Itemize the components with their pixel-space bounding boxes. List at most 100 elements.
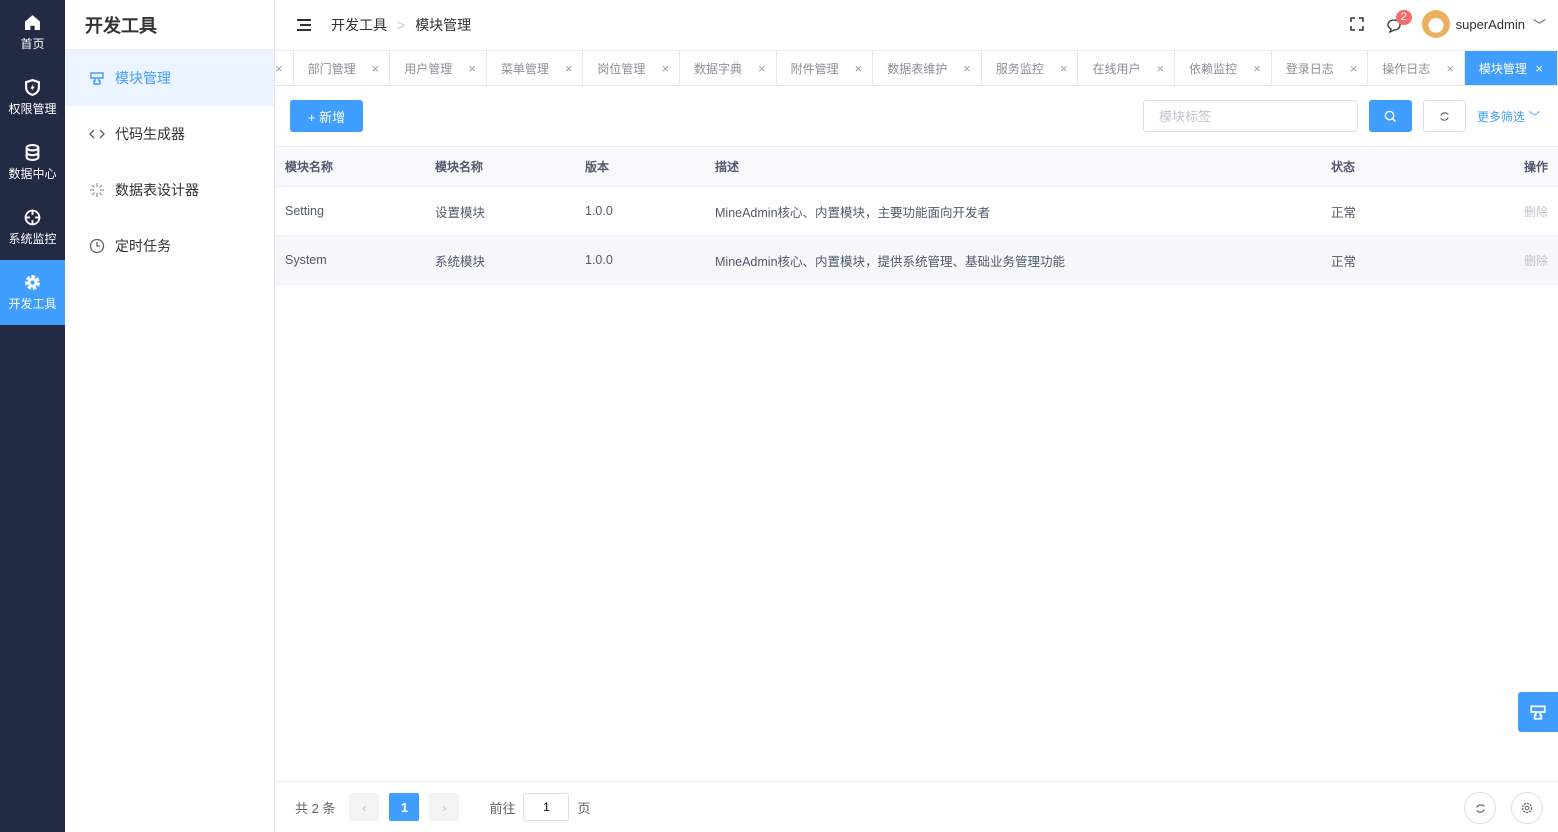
page-number[interactable]: 1 — [389, 793, 420, 821]
close-icon[interactable]: × — [661, 61, 669, 76]
table-row: System 系统模块 1.0.0 MineAdmin核心、内置模块，提供系统管理、基… — [275, 235, 1558, 285]
tab-item[interactable]: 数据表维护 × — [873, 51, 982, 85]
tab-label: 服务监控 — [995, 61, 1044, 76]
tab-label: 岗位管理 — [597, 61, 646, 76]
col-header: 版本 — [575, 146, 705, 187]
total-count: 共 2 条 — [295, 800, 336, 816]
col-header: 模块名称 — [425, 146, 575, 187]
col-header: 描述 — [705, 146, 1321, 187]
close-icon[interactable]: × — [855, 61, 863, 76]
module-table: 模块名称 模块名称 版本 描述 状态 操作 Setting 设置模块 1.0.0 Mi… — [275, 146, 1558, 285]
search-button[interactable] — [1369, 100, 1412, 132]
more-filter-toggle[interactable]: 更多筛选 ﹀ — [1477, 108, 1540, 125]
module-tag-search-input[interactable] — [1143, 100, 1358, 132]
close-icon[interactable]: × — [1156, 61, 1164, 76]
gear-icon — [25, 274, 40, 290]
refresh-icon — [1440, 111, 1449, 121]
cell: System — [275, 235, 425, 285]
chevron-down-icon[interactable]: ﹀ — [1533, 15, 1546, 34]
rail-item-home[interactable]: 首页 — [0, 0, 65, 65]
rail-label: 首页 — [20, 36, 45, 51]
tab-label: 附件管理 — [790, 61, 839, 76]
tab-item[interactable]: 数据字典 × — [680, 51, 777, 85]
settings-button[interactable] — [1511, 792, 1543, 824]
tab-label: 在线用户 — [1092, 61, 1141, 76]
tab-item[interactable]: 附件管理 × — [777, 51, 874, 85]
close-icon[interactable]: × — [372, 61, 380, 76]
breadcrumb-item[interactable]: 开发工具 — [331, 15, 387, 35]
close-icon[interactable]: × — [1060, 61, 1068, 76]
rail-item-devtools[interactable]: 开发工具 — [0, 260, 65, 325]
rail-label: 开发工具 — [8, 296, 57, 311]
avatar[interactable] — [1421, 10, 1450, 38]
sidebar-item-modules[interactable]: 模块管理 — [65, 50, 274, 106]
rail-item-monitor[interactable]: 系统监控 — [0, 195, 65, 260]
tab-label: 登录日志 — [1285, 61, 1334, 76]
close-icon[interactable]: × — [565, 61, 573, 76]
tab-item[interactable]: 依赖监控 × — [1175, 51, 1272, 85]
brush-icon — [1530, 705, 1546, 720]
sidebar-item-table-designer[interactable]: 数据表设计器 — [65, 162, 274, 218]
close-icon[interactable]: × — [468, 61, 476, 76]
sub-sidebar: 开发工具 模块管理 代码生成器 数据表设计器 定时任务 — [65, 0, 275, 832]
sidebar-item-label: 代码生成器 — [115, 126, 185, 142]
cell: Setting — [275, 186, 425, 236]
rail-item-data[interactable]: 数据中心 — [0, 130, 65, 195]
sidebar-item-cron[interactable]: 定时任务 — [65, 218, 274, 274]
cell: 系统模块 — [425, 235, 575, 285]
tab-item[interactable]: 用户管理 × — [390, 51, 487, 85]
tab-label: 数据表维护 — [887, 61, 948, 76]
close-icon[interactable]: × — [1535, 61, 1543, 76]
shield-icon — [25, 78, 40, 96]
tab-item[interactable]: 登录日志 × — [1272, 51, 1369, 85]
reset-button[interactable] — [1423, 100, 1466, 132]
theme-brush-button[interactable] — [1518, 692, 1558, 732]
brush-icon — [90, 72, 104, 85]
message-button[interactable]: 2 — [1386, 9, 1412, 37]
tab-partial[interactable]: × — [275, 51, 294, 85]
tab-bar: × 部门管理 × 用户管理 × 菜单管理 × 岗位管理 × 数据字典 × 附件管理 × 数据表维护 × 服务… — [275, 50, 1558, 86]
sidebar-item-codegen[interactable]: 代码生成器 — [65, 106, 274, 162]
goto-page-input[interactable] — [523, 793, 570, 821]
chevron-right-icon: > — [397, 17, 406, 33]
next-page-button[interactable]: › — [429, 793, 460, 821]
add-button[interactable]: + 新增 — [290, 100, 363, 132]
tab-item[interactable]: 岗位管理 × — [583, 51, 681, 85]
search-icon — [1384, 110, 1397, 122]
prev-page-button[interactable]: ‹ — [349, 793, 380, 821]
breadcrumb-item: 模块管理 — [415, 17, 472, 33]
rail-label: 系统监控 — [8, 231, 57, 246]
tab-item[interactable]: 菜单管理 × — [487, 51, 584, 85]
tab-label: 用户管理 — [404, 61, 453, 76]
clock-icon — [89, 238, 105, 254]
rail-item-permission[interactable]: 权限管理 — [0, 65, 65, 130]
main-area: 开发工具 > 模块管理 2 superAdmin ﹀ × 部门管理 × 用户管理 × 菜单管… — [275, 0, 1558, 832]
close-icon[interactable]: × — [963, 61, 971, 76]
tab-item[interactable]: 部门管理 × — [294, 51, 391, 85]
tab-item[interactable]: 操作日志 × — [1368, 51, 1465, 85]
goto-label: 前往 — [489, 800, 516, 816]
refresh-icon — [1475, 803, 1485, 813]
close-icon[interactable]: × — [275, 61, 283, 76]
close-icon[interactable]: × — [1446, 61, 1454, 76]
refresh-button[interactable] — [1464, 792, 1496, 824]
tab-item[interactable]: 在线用户 × — [1078, 51, 1176, 85]
breadcrumb: 开发工具 > 模块管理 — [331, 15, 471, 35]
cell: 设置模块 — [425, 186, 575, 236]
tab-item[interactable]: 模块管理 × — [1464, 51, 1558, 85]
delete-button[interactable]: 删除 — [1524, 254, 1548, 268]
delete-button[interactable]: 删除 — [1524, 205, 1548, 219]
tab-label: 模块管理 — [1478, 61, 1527, 76]
table-row: Setting 设置模块 1.0.0 MineAdmin核心、内置模块，主要功能面向开… — [275, 186, 1558, 236]
crosshair-icon — [24, 209, 41, 225]
close-icon[interactable]: × — [1253, 61, 1261, 76]
close-icon[interactable]: × — [1350, 61, 1358, 76]
fullscreen-icon[interactable] — [1349, 17, 1364, 31]
cell: 1.0.0 — [575, 186, 705, 236]
username[interactable]: superAdmin — [1456, 17, 1525, 32]
message-badge: 2 — [1395, 9, 1412, 25]
tab-item[interactable]: 服务监控 × — [982, 51, 1079, 85]
menu-fold-icon[interactable] — [297, 19, 311, 31]
close-icon[interactable]: × — [758, 61, 766, 76]
cell: MineAdmin核心、内置模块，提供系统管理、基础业务管理功能 — [705, 235, 1321, 285]
